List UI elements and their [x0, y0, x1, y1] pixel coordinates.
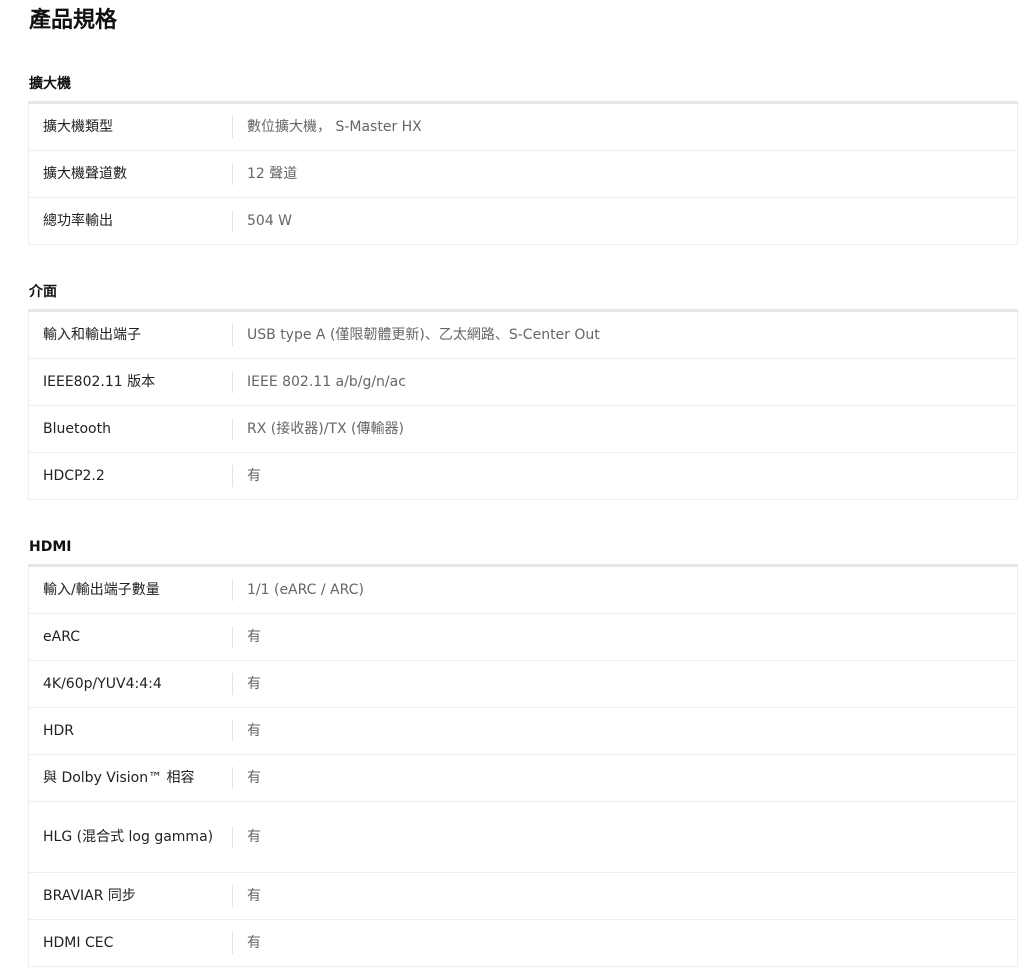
- spec-value: 有: [247, 888, 261, 904]
- spec-row: HDMI CEC 有: [28, 920, 1018, 967]
- spec-label: 擴大機類型: [43, 119, 113, 135]
- spec-row: HDR 有: [28, 708, 1018, 755]
- spec-value: RX (接收器)/TX (傳輸器): [247, 421, 404, 437]
- spec-row: Bluetooth RX (接收器)/TX (傳輸器): [28, 406, 1018, 453]
- spec-label: 與 Dolby Vision™ 相容: [43, 770, 195, 786]
- spec-row: HLG (混合式 log gamma) 有: [28, 802, 1018, 873]
- spec-value: 有: [247, 629, 261, 645]
- spec-row: 輸入/輸出端子數量 1/1 (eARC / ARC): [28, 567, 1018, 614]
- page-title: 產品規格: [29, 8, 118, 33]
- spec-row: 擴大機聲道數 12 聲道: [28, 151, 1018, 198]
- spec-value: IEEE 802.11 a/b/g/n/ac: [247, 374, 406, 390]
- spec-table-hdmi: 輸入/輸出端子數量 1/1 (eARC / ARC) eARC 有 4K/60p…: [28, 564, 1018, 967]
- spec-label: 輸入/輸出端子數量: [43, 582, 160, 598]
- spec-value: 有: [247, 723, 261, 739]
- spec-label: 輸入和輸出端子: [43, 327, 141, 343]
- spec-value: 504 W: [247, 213, 293, 229]
- spec-value: 數位擴大機， S-Master HX: [247, 119, 422, 135]
- spec-row: IEEE802.11 版本 IEEE 802.11 a/b/g/n/ac: [28, 359, 1018, 406]
- spec-value: 有: [247, 770, 261, 786]
- spec-row: eARC 有: [28, 614, 1018, 661]
- spec-label: 擴大機聲道數: [43, 166, 127, 182]
- spec-label: IEEE802.11 版本: [43, 374, 156, 390]
- spec-label: HLG (混合式 log gamma): [43, 829, 214, 845]
- spec-label: 4K/60p/YUV4:4:4: [43, 676, 162, 692]
- spec-row: BRAVIAR 同步 有: [28, 873, 1018, 920]
- spec-label: 總功率輸出: [43, 213, 113, 229]
- spec-value: 12 聲道: [247, 166, 298, 182]
- spec-label: Bluetooth: [43, 421, 111, 437]
- spec-row: 4K/60p/YUV4:4:4 有: [28, 661, 1018, 708]
- spec-value: USB type A (僅限韌體更新)、乙太網路、S-Center Out: [247, 327, 600, 343]
- spec-label: HDCP2.2: [43, 468, 105, 484]
- spec-row: 擴大機類型 數位擴大機， S-Master HX: [28, 104, 1018, 151]
- section-title-hdmi: HDMI: [29, 539, 72, 555]
- spec-value: 有: [247, 468, 261, 484]
- spec-row: 總功率輸出 504 W: [28, 198, 1018, 245]
- spec-row: HDCP2.2 有: [28, 453, 1018, 500]
- spec-label: eARC: [43, 629, 80, 645]
- spec-row: 與 Dolby Vision™ 相容 有: [28, 755, 1018, 802]
- spec-label: HDR: [43, 723, 75, 739]
- spec-label: BRAVIAR 同步: [43, 888, 136, 904]
- spec-row: 輸入和輸出端子 USB type A (僅限韌體更新)、乙太網路、S-Cente…: [28, 312, 1018, 359]
- spec-value: 有: [247, 676, 261, 692]
- spec-value: 1/1 (eARC / ARC): [247, 582, 364, 598]
- section-title-amplifier: 擴大機: [29, 76, 71, 92]
- spec-value: 有: [247, 935, 261, 951]
- spec-value: 有: [247, 829, 261, 845]
- product-specs-page: 產品規格 擴大機 擴大機類型 數位擴大機， S-Master HX 擴大機聲道數…: [0, 0, 1030, 980]
- spec-table-interface: 輸入和輸出端子 USB type A (僅限韌體更新)、乙太網路、S-Cente…: [28, 309, 1018, 500]
- section-title-interface: 介面: [29, 284, 57, 300]
- spec-label: HDMI CEC: [43, 935, 114, 951]
- spec-table-amplifier: 擴大機類型 數位擴大機， S-Master HX 擴大機聲道數 12 聲道 總功…: [28, 101, 1018, 245]
